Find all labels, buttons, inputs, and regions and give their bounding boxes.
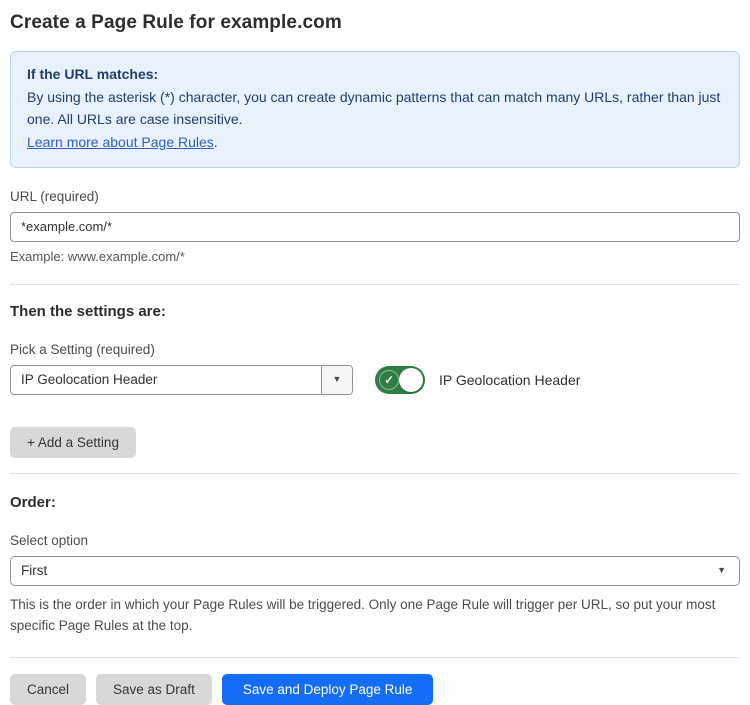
- url-example-hint: Example: www.example.com/*: [10, 249, 740, 264]
- divider: [10, 473, 740, 474]
- setting-select-button[interactable]: ▼: [321, 366, 352, 394]
- settings-heading: Then the settings are:: [10, 303, 740, 320]
- pick-setting-label: Pick a Setting (required): [10, 342, 740, 357]
- chevron-down-icon: ▼: [717, 566, 726, 575]
- divider: [10, 657, 740, 658]
- divider: [10, 284, 740, 285]
- toggle-label: IP Geolocation Header: [439, 372, 580, 388]
- setting-row: IP Geolocation Header ▼ ✓ IP Geolocation…: [10, 365, 740, 395]
- chevron-down-icon: ▼: [333, 375, 342, 384]
- ip-geolocation-toggle[interactable]: ✓: [375, 366, 425, 394]
- url-match-info-box: If the URL matches: By using the asteris…: [10, 51, 740, 168]
- save-deploy-button[interactable]: Save and Deploy Page Rule: [222, 674, 434, 705]
- setting-select[interactable]: IP Geolocation Header ▼: [10, 365, 353, 395]
- info-box-link-line: Learn more about Page Rules.: [27, 131, 723, 154]
- cancel-button[interactable]: Cancel: [10, 674, 86, 705]
- learn-more-link[interactable]: Learn more about Page Rules: [27, 134, 214, 150]
- order-select-label: Select option: [10, 533, 740, 548]
- info-box-body: By using the asterisk (*) character, you…: [27, 86, 723, 131]
- save-draft-button[interactable]: Save as Draft: [96, 674, 212, 705]
- toggle-knob: [399, 368, 423, 392]
- footer-actions: Cancel Save as Draft Save and Deploy Pag…: [10, 674, 740, 705]
- check-icon: ✓: [379, 370, 399, 390]
- order-select[interactable]: First ▼: [10, 556, 740, 586]
- add-setting-button[interactable]: + Add a Setting: [10, 427, 136, 458]
- url-label: URL (required): [10, 189, 740, 204]
- order-select-value: First: [21, 557, 717, 585]
- info-box-heading: If the URL matches:: [27, 63, 723, 86]
- link-suffix: .: [214, 134, 218, 150]
- url-input[interactable]: [10, 212, 740, 242]
- page-title: Create a Page Rule for example.com: [10, 12, 740, 34]
- setting-select-value: IP Geolocation Header: [11, 366, 321, 394]
- order-heading: Order:: [10, 494, 740, 511]
- order-help-text: This is the order in which your Page Rul…: [10, 594, 740, 637]
